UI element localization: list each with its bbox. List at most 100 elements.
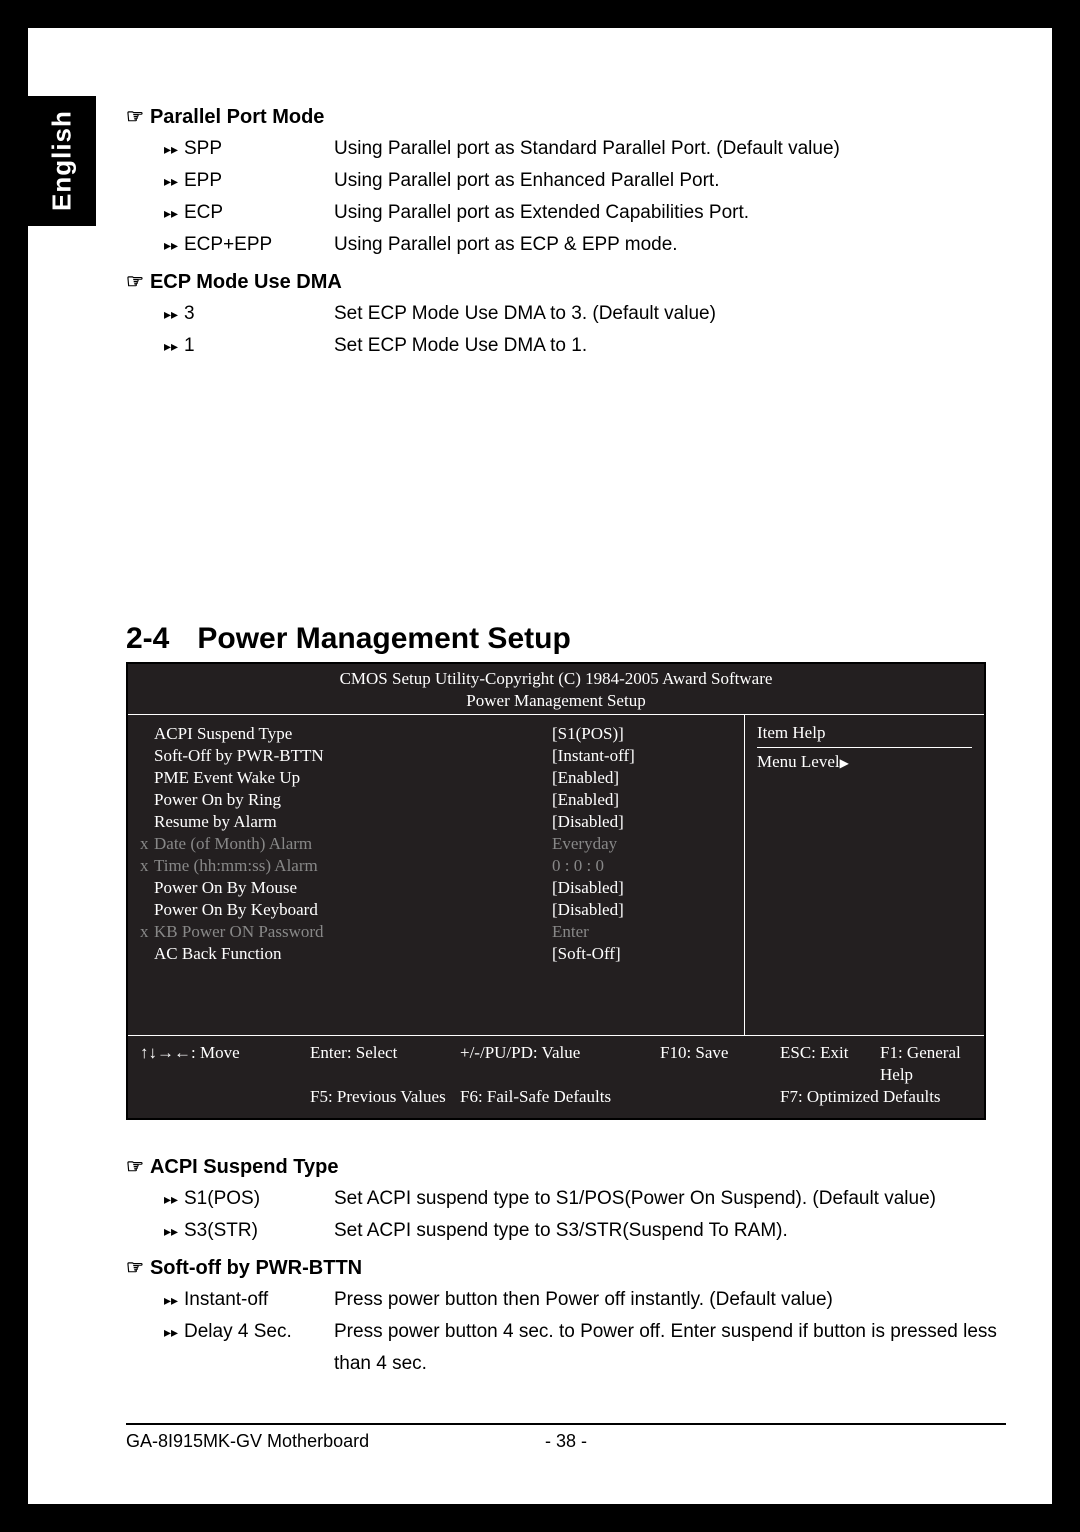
chapter-name: Power Management Setup [197, 622, 570, 655]
bios-key-optimized: F7: Optimized Defaults [780, 1086, 972, 1108]
bios-item-names: ACPI Suspend Type Soft-Off by PWR-BTTN P… [140, 723, 512, 1027]
bios-key-save: F10: Save [660, 1042, 780, 1086]
bios-key-blank [140, 1086, 310, 1108]
option-row: ▸▸EPP Using Parallel port as Enhanced Pa… [164, 165, 1006, 197]
section-title-text: ACPI Suspend Type [150, 1156, 339, 1178]
option-label: ▸▸EPP [164, 165, 334, 197]
bios-header-line2: Power Management Setup [128, 690, 984, 712]
bios-key-value: +/-/PU/PD: Value [460, 1042, 660, 1086]
bios-key-blank [660, 1086, 780, 1108]
content: ☞ Parallel Port Mode ▸▸SPP Using Parallel… [126, 96, 1006, 1380]
bios-key-help: F1: General Help [880, 1042, 972, 1086]
bios-item[interactable]: PME Event Wake Up [140, 767, 512, 789]
option-desc: Set ACPI suspend type to S3/STR(Suspend … [334, 1215, 1006, 1247]
option-desc: Press power button 4 sec. to Power off. … [334, 1316, 1006, 1380]
hand-icon: ☞ [126, 1255, 144, 1280]
bios-key-exit: ESC: Exit [780, 1042, 880, 1086]
bios-item[interactable]: Power On By Mouse [140, 877, 512, 899]
chapter-title: 2-4 Power Management Setup [126, 622, 1006, 656]
menu-level-arrow-icon: ▶ [840, 756, 849, 770]
hand-icon: ☞ [126, 269, 144, 294]
bios-value: 0 : 0 : 0 [552, 855, 732, 877]
bios-help-panel: Item Help Menu Level▶ [744, 715, 984, 1035]
bios-body: ACPI Suspend Type Soft-Off by PWR-BTTN P… [128, 715, 984, 1035]
option-desc: Using Parallel port as ECP & EPP mode. [334, 229, 1006, 261]
option-label: ▸▸1 [164, 330, 334, 362]
bios-value: [Disabled] [552, 811, 732, 833]
bios-item[interactable]: Power On by Ring [140, 789, 512, 811]
bios-item[interactable]: Soft-Off by PWR-BTTN [140, 745, 512, 767]
option-row: ▸▸ECP Using Parallel port as Extended Ca… [164, 197, 1006, 229]
option-desc: Using Parallel port as Standard Parallel… [334, 133, 1006, 165]
bios-value: [Disabled] [552, 899, 732, 921]
bios-item-disabled: xKB Power ON Password [140, 921, 512, 943]
section-title-text: ECP Mode Use DMA [150, 271, 342, 293]
page: English ☞ Parallel Port Mode ▸▸SPP Using … [28, 28, 1052, 1504]
option-label: ▸▸S1(POS) [164, 1183, 334, 1215]
bios-value: [Disabled] [552, 877, 732, 899]
option-row: ▸▸1 Set ECP Mode Use DMA to 1. [164, 330, 1006, 362]
bios-left-panel: ACPI Suspend Type Soft-Off by PWR-BTTN P… [128, 715, 744, 1035]
section-title-parallel: ☞ Parallel Port Mode [126, 104, 1006, 129]
page-footer: GA-8I915MK-GV Motherboard - 38 - [126, 1423, 1006, 1452]
option-row: ▸▸3 Set ECP Mode Use DMA to 3. (Default … [164, 298, 1006, 330]
option-label: ▸▸ECP+EPP [164, 229, 334, 261]
bios-value: [Enabled] [552, 789, 732, 811]
bios-key-failsafe: F6: Fail-Safe Defaults [460, 1086, 660, 1108]
option-desc: Using Parallel port as Enhanced Parallel… [334, 165, 1006, 197]
footer-left: GA-8I915MK-GV Motherboard [126, 1431, 526, 1452]
section-title-acpi: ☞ ACPI Suspend Type [126, 1154, 1006, 1179]
section-title-softoff: ☞ Soft-off by PWR-BTTN [126, 1255, 1006, 1280]
arrow-icon: ▸▸ [164, 133, 180, 165]
language-tab: English [28, 96, 96, 226]
section-title-text: Soft-off by PWR-BTTN [150, 1257, 362, 1279]
option-label: ▸▸S3(STR) [164, 1215, 334, 1247]
option-desc: Set ECP Mode Use DMA to 3. (Default valu… [334, 298, 1006, 330]
option-row: ▸▸S3(STR) Set ACPI suspend type to S3/ST… [164, 1215, 1006, 1247]
arrow-icon: ▸▸ [164, 1183, 180, 1215]
bios-item[interactable]: Power On By Keyboard [140, 899, 512, 921]
hand-icon: ☞ [126, 104, 144, 129]
option-label: ▸▸ECP [164, 197, 334, 229]
option-row: ▸▸SPP Using Parallel port as Standard Pa… [164, 133, 1006, 165]
arrow-icon: ▸▸ [164, 165, 180, 197]
arrow-icon: ▸▸ [164, 197, 180, 229]
bios-value: [Instant-off] [552, 745, 732, 767]
bios-header: CMOS Setup Utility-Copyright (C) 1984-20… [128, 664, 984, 715]
option-row: ▸▸Instant-off Press power button then Po… [164, 1284, 1006, 1316]
section-title-ecp: ☞ ECP Mode Use DMA [126, 269, 1006, 294]
option-label: ▸▸Instant-off [164, 1284, 334, 1316]
arrow-icon: ▸▸ [164, 330, 180, 362]
option-row: ▸▸S1(POS) Set ACPI suspend type to S1/PO… [164, 1183, 1006, 1215]
arrow-icon: ▸▸ [164, 1215, 180, 1247]
arrow-icon: ▸▸ [164, 229, 180, 261]
bios-item-values: [S1(POS)] [Instant-off] [Enabled] [Enabl… [512, 723, 732, 1027]
bios-item-disabled: xDate (of Month) Alarm [140, 833, 512, 855]
bios-key-select: Enter: Select [310, 1042, 460, 1086]
bios-item-disabled: xTime (hh:mm:ss) Alarm [140, 855, 512, 877]
bios-value: [Enabled] [552, 767, 732, 789]
arrow-icon: ▸▸ [164, 298, 180, 330]
bios-help-menu: Menu Level▶ [757, 752, 972, 772]
footer-page-number: - 38 - [526, 1431, 606, 1452]
option-label: ▸▸SPP [164, 133, 334, 165]
option-desc: Set ACPI suspend type to S1/POS(Power On… [334, 1183, 1006, 1215]
bios-header-line1: CMOS Setup Utility-Copyright (C) 1984-20… [128, 668, 984, 690]
bios-help-title: Item Help [757, 723, 972, 748]
bios-screenshot: CMOS Setup Utility-Copyright (C) 1984-20… [126, 662, 986, 1120]
bios-item[interactable]: AC Back Function [140, 943, 512, 965]
hand-icon: ☞ [126, 1154, 144, 1179]
footer-right [606, 1431, 1006, 1452]
section-title-text: Parallel Port Mode [150, 106, 325, 128]
option-desc: Set ECP Mode Use DMA to 1. [334, 330, 1006, 362]
option-label: ▸▸3 [164, 298, 334, 330]
chapter-number: 2-4 [126, 622, 169, 655]
arrow-icon: ▸▸ [164, 1316, 180, 1348]
bios-value: Everyday [552, 833, 732, 855]
option-desc: Press power button then Power off instan… [334, 1284, 1006, 1316]
bios-value: [S1(POS)] [552, 723, 732, 745]
option-desc: Using Parallel port as Extended Capabili… [334, 197, 1006, 229]
option-label: ▸▸Delay 4 Sec. [164, 1316, 334, 1380]
bios-item[interactable]: ACPI Suspend Type [140, 723, 512, 745]
bios-item[interactable]: Resume by Alarm [140, 811, 512, 833]
